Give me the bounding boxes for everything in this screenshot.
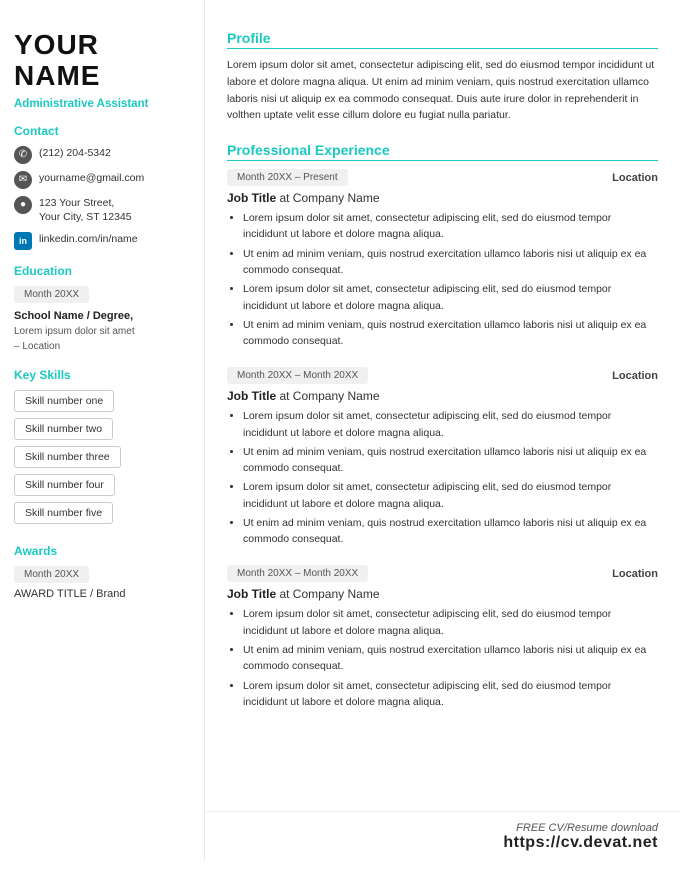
skill-2: Skill number two: [14, 418, 113, 440]
phone-text: (212) 204-5342: [39, 146, 111, 161]
name-line1: YOUR: [14, 30, 190, 61]
address-text: 123 Your Street,Your City, ST 12345: [39, 196, 132, 225]
footer-watermark: FREE CV/Resume download https://cv.devat…: [205, 811, 680, 860]
skills-heading: Key Skills: [14, 368, 190, 382]
contact-list: ✆ (212) 204-5342 ✉ yourname@gmail.com ● …: [14, 146, 190, 250]
contact-address: ● 123 Your Street,Your City, ST 12345: [14, 196, 190, 225]
exp-date-2: Month 20XX – Month 20XX: [227, 367, 368, 384]
exp-location-1: Location: [612, 172, 658, 184]
exp-meta-1: Month 20XX – Present Location: [227, 169, 658, 186]
location-icon: ●: [14, 196, 32, 214]
exp-bullets-1: Lorem ipsum dolor sit amet, consectetur …: [227, 210, 658, 349]
sidebar: YOUR NAME Administrative Assistant Conta…: [0, 0, 205, 860]
bullet: Lorem ipsum dolor sit amet, consectetur …: [243, 606, 658, 639]
bullet: Lorem ipsum dolor sit amet, consectetur …: [243, 479, 658, 512]
linkedin-icon: in: [14, 232, 32, 250]
exp-date-1: Month 20XX – Present: [227, 169, 348, 186]
bullet: Ut enim ad minim veniam, quis nostrud ex…: [243, 444, 658, 477]
award-title: AWARD TITLE / Brand: [14, 588, 190, 600]
experience-2: Month 20XX – Month 20XX Location Job Tit…: [227, 367, 658, 547]
main-content: Profile Lorem ipsum dolor sit amet, cons…: [205, 0, 680, 811]
bullet: Lorem ipsum dolor sit amet, consectetur …: [243, 408, 658, 441]
school-detail: Lorem ipsum dolor sit amet– Location: [14, 324, 190, 354]
name-block: YOUR NAME: [14, 30, 190, 92]
profile-text: Lorem ipsum dolor sit amet, consectetur …: [227, 57, 658, 124]
exp-company-2: at Company Name: [279, 389, 379, 403]
contact-heading: Contact: [14, 124, 190, 138]
skills-list: Skill number one Skill number two Skill …: [14, 390, 190, 530]
linkedin-text: linkedin.com/in/name: [39, 232, 138, 247]
exp-jobtitle-3: Job Title at Company Name: [227, 587, 658, 601]
awards-heading: Awards: [14, 544, 190, 558]
exp-bullets-3: Lorem ipsum dolor sit amet, consectetur …: [227, 606, 658, 710]
exp-location-2: Location: [612, 370, 658, 382]
contact-email: ✉ yourname@gmail.com: [14, 171, 190, 189]
bullet: Lorem ipsum dolor sit amet, consectetur …: [243, 281, 658, 314]
footer-url: https://cv.devat.net: [205, 834, 658, 852]
school-name: School Name / Degree,: [14, 309, 190, 324]
bullet: Ut enim ad minim veniam, quis nostrud ex…: [243, 642, 658, 675]
experience-3: Month 20XX – Month 20XX Location Job Tit…: [227, 565, 658, 710]
skill-3: Skill number three: [14, 446, 121, 468]
awards-badge: Month 20XX: [14, 566, 89, 583]
exp-meta-3: Month 20XX – Month 20XX Location: [227, 565, 658, 582]
name-line2: NAME: [14, 61, 190, 92]
exp-location-3: Location: [612, 568, 658, 580]
experience-heading: Professional Experience: [227, 142, 658, 161]
experience-1: Month 20XX – Present Location Job Title …: [227, 169, 658, 349]
footer-free-label: FREE CV/Resume download: [205, 822, 658, 834]
bullet: Ut enim ad minim veniam, quis nostrud ex…: [243, 515, 658, 548]
skill-5: Skill number five: [14, 502, 113, 524]
exp-bullets-2: Lorem ipsum dolor sit amet, consectetur …: [227, 408, 658, 547]
skill-4: Skill number four: [14, 474, 115, 496]
profile-heading: Profile: [227, 30, 658, 49]
bullet: Ut enim ad minim veniam, quis nostrud ex…: [243, 317, 658, 350]
skill-1: Skill number one: [14, 390, 114, 412]
exp-date-3: Month 20XX – Month 20XX: [227, 565, 368, 582]
bullet: Lorem ipsum dolor sit amet, consectetur …: [243, 210, 658, 243]
exp-jobtitle-1: Job Title at Company Name: [227, 191, 658, 205]
phone-icon: ✆: [14, 146, 32, 164]
education-badge: Month 20XX: [14, 286, 89, 303]
exp-company-1: at Company Name: [279, 191, 379, 205]
exp-jobtitle-2: Job Title at Company Name: [227, 389, 658, 403]
contact-linkedin: in linkedin.com/in/name: [14, 232, 190, 250]
contact-phone: ✆ (212) 204-5342: [14, 146, 190, 164]
exp-meta-2: Month 20XX – Month 20XX Location: [227, 367, 658, 384]
exp-company-3: at Company Name: [279, 587, 379, 601]
email-icon: ✉: [14, 171, 32, 189]
job-title-sidebar: Administrative Assistant: [14, 98, 190, 110]
email-text: yourname@gmail.com: [39, 171, 144, 186]
bullet: Ut enim ad minim veniam, quis nostrud ex…: [243, 246, 658, 279]
bullet: Lorem ipsum dolor sit amet, consectetur …: [243, 678, 658, 711]
education-heading: Education: [14, 264, 190, 278]
